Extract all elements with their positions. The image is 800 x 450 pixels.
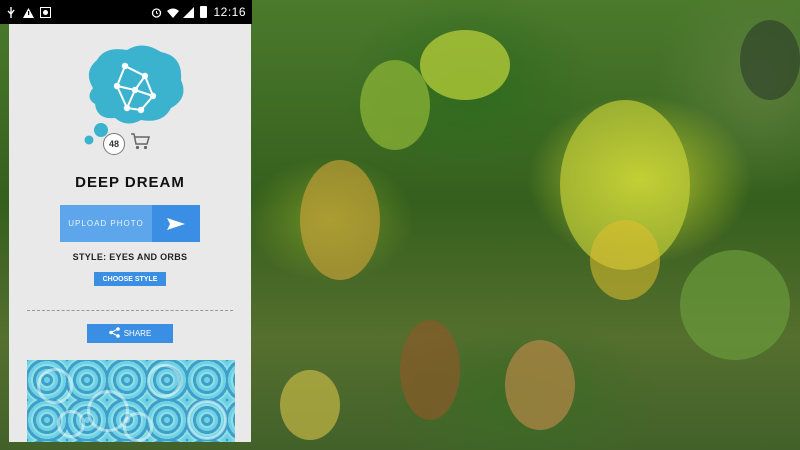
image-icon — [40, 7, 51, 18]
dream-preview-image[interactable] — [27, 360, 235, 442]
divider — [27, 310, 233, 311]
upload-photo-button[interactable]: UPLOAD PHOTO — [60, 205, 200, 242]
clock: 12:16 — [213, 5, 246, 19]
signal-icon — [183, 6, 195, 18]
wifi-icon — [167, 7, 180, 18]
choose-style-button[interactable]: CHOOSE STYLE — [94, 272, 166, 286]
status-bar: 12:16 — [0, 0, 252, 24]
shopping-cart-icon[interactable] — [130, 132, 150, 155]
photo-count-row[interactable]: 48 — [103, 132, 150, 155]
app-title: DEEP DREAM — [75, 174, 185, 191]
share-label: SHARE — [123, 329, 152, 338]
upload-photo-label[interactable]: UPLOAD PHOTO — [60, 205, 152, 242]
share-button[interactable]: SHARE — [87, 324, 173, 343]
selected-style-label: STYLE: EYES AND ORBS — [72, 252, 188, 262]
app-panel: 48 DEEP DREAM UPLOAD PHOTO STYLE: EYES A… — [9, 24, 251, 442]
photo-count-badge: 48 — [103, 132, 125, 155]
battery-icon — [200, 6, 208, 18]
usb-icon — [6, 7, 16, 18]
warning-icon — [23, 7, 34, 18]
send-icon[interactable] — [152, 205, 200, 242]
alarm-icon — [151, 7, 162, 18]
share-icon — [108, 327, 120, 340]
